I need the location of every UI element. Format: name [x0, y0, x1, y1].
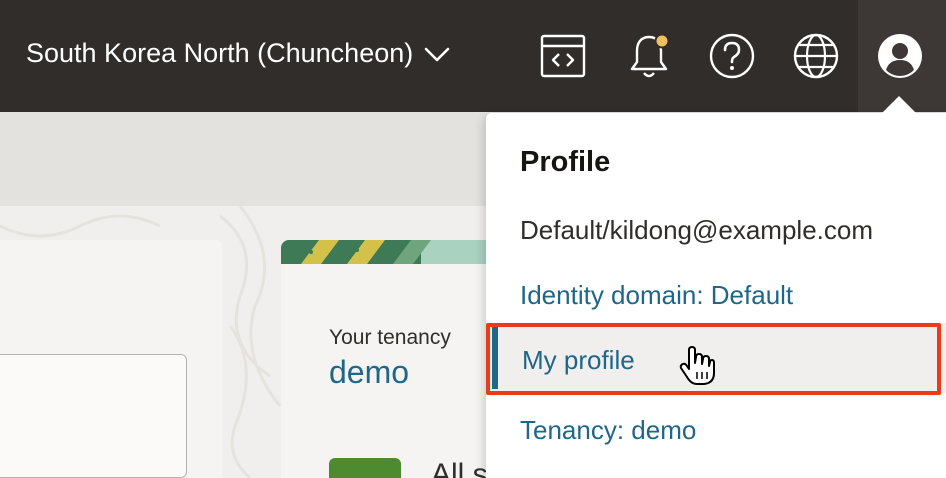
card-banner-illustration [281, 240, 501, 264]
tenancy-card: Your tenancy demo All s [281, 240, 501, 478]
tenancy-label: Your tenancy [329, 326, 451, 349]
my-profile-menu-item[interactable]: My profile [486, 323, 946, 393]
region-selector[interactable]: South Korea North (Chuncheon) [26, 38, 451, 69]
language-globe-icon[interactable] [791, 30, 841, 82]
my-profile-label: My profile [522, 345, 635, 375]
selected-accent-bar [492, 327, 498, 389]
profile-menu: Profile Default/kildong@example.com Iden… [486, 113, 946, 478]
top-header-bar: South Korea North (Chuncheon) [0, 0, 946, 112]
profile-menu-title: Profile [520, 146, 611, 178]
region-label: South Korea North (Chuncheon) [26, 38, 414, 68]
help-icon[interactable] [707, 30, 757, 82]
tenancy-link[interactable]: Tenancy: demo [520, 415, 696, 446]
code-editor-icon[interactable] [538, 30, 588, 82]
card-section-heading: All s [431, 458, 488, 478]
left-card-panel[interactable] [0, 354, 187, 478]
dropdown-caret [882, 96, 916, 113]
tenancy-name-link[interactable]: demo [329, 354, 409, 391]
notifications-bell-icon[interactable] [624, 30, 674, 82]
profile-menu-user: Default/kildong@example.com [520, 215, 874, 245]
user-profile-icon[interactable] [875, 30, 925, 82]
identity-domain-link[interactable]: Identity domain: Default [520, 280, 793, 311]
status-badge [329, 458, 401, 478]
hand-cursor-icon [679, 346, 715, 385]
chevron-down-icon [424, 47, 450, 61]
